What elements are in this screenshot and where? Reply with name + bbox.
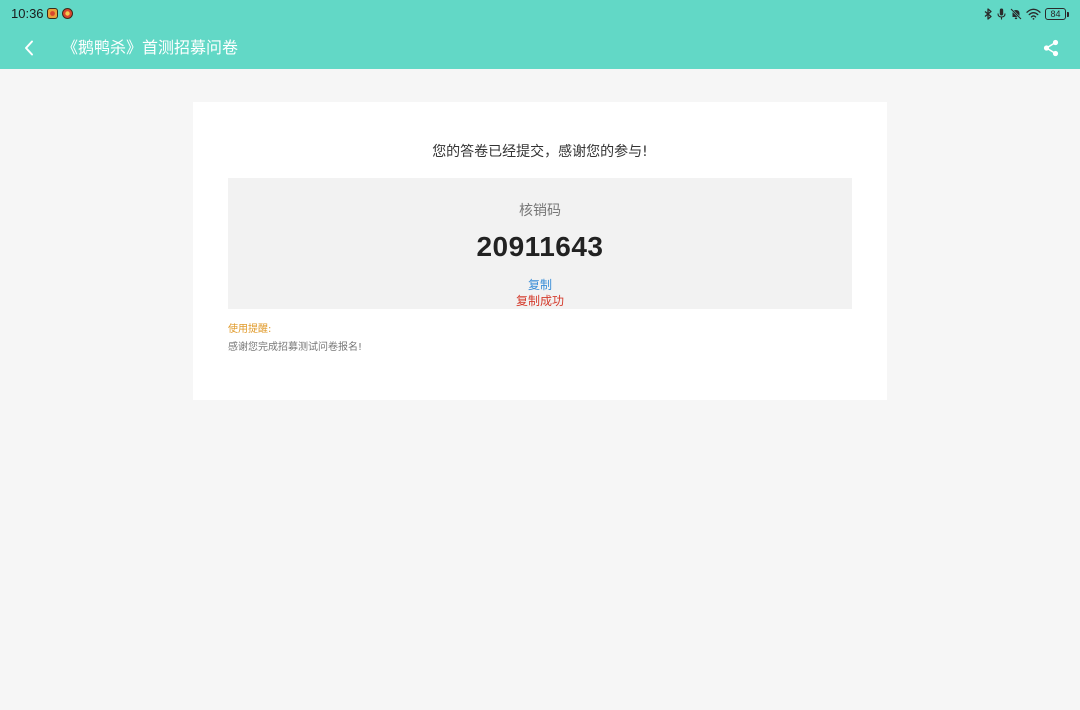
app-bar: 《鹅鸭杀》首测招募问卷: [0, 28, 1080, 69]
bluetooth-icon: [984, 8, 992, 20]
microphone-icon: [997, 8, 1006, 20]
app-notification-icon: [47, 8, 58, 19]
redemption-code-box: 核销码 20911643 复制 复制成功: [228, 178, 852, 309]
submission-message: 您的答卷已经提交，感谢您的参与!: [432, 144, 648, 160]
battery-icon: 84: [1045, 8, 1066, 20]
mute-icon: [1010, 8, 1022, 20]
page-title: 《鹅鸭杀》首测招募问卷: [62, 38, 239, 57]
chevron-left-icon: [25, 40, 33, 56]
copy-button[interactable]: 复制: [228, 277, 852, 293]
share-icon: [1043, 39, 1059, 57]
share-button[interactable]: [1040, 37, 1062, 59]
status-indicators: 84: [984, 6, 1069, 22]
tip-title: 使用提醒:: [228, 324, 272, 335]
tip-text: 感谢您完成招募测试问卷报名!: [228, 342, 363, 353]
redemption-code: 20911643: [476, 231, 604, 262]
battery-level: 84: [1050, 9, 1061, 19]
status-time: 10:36: [11, 6, 44, 21]
result-card: 您的答卷已经提交，感谢您的参与! 核销码 20911643 复制 复制成功 使用…: [193, 102, 887, 400]
code-label: 核销码: [519, 203, 561, 219]
battery-tip: [1067, 11, 1069, 17]
back-button[interactable]: [16, 34, 42, 62]
copy-success-message: 复制成功: [515, 294, 564, 308]
top-header: 10:36 84 《鹅鸭杀》首测招募问卷: [0, 0, 1080, 69]
wifi-icon: [1026, 8, 1041, 20]
status-bar: 10:36 84: [0, 0, 1080, 28]
app-notification-icon: [62, 8, 73, 19]
